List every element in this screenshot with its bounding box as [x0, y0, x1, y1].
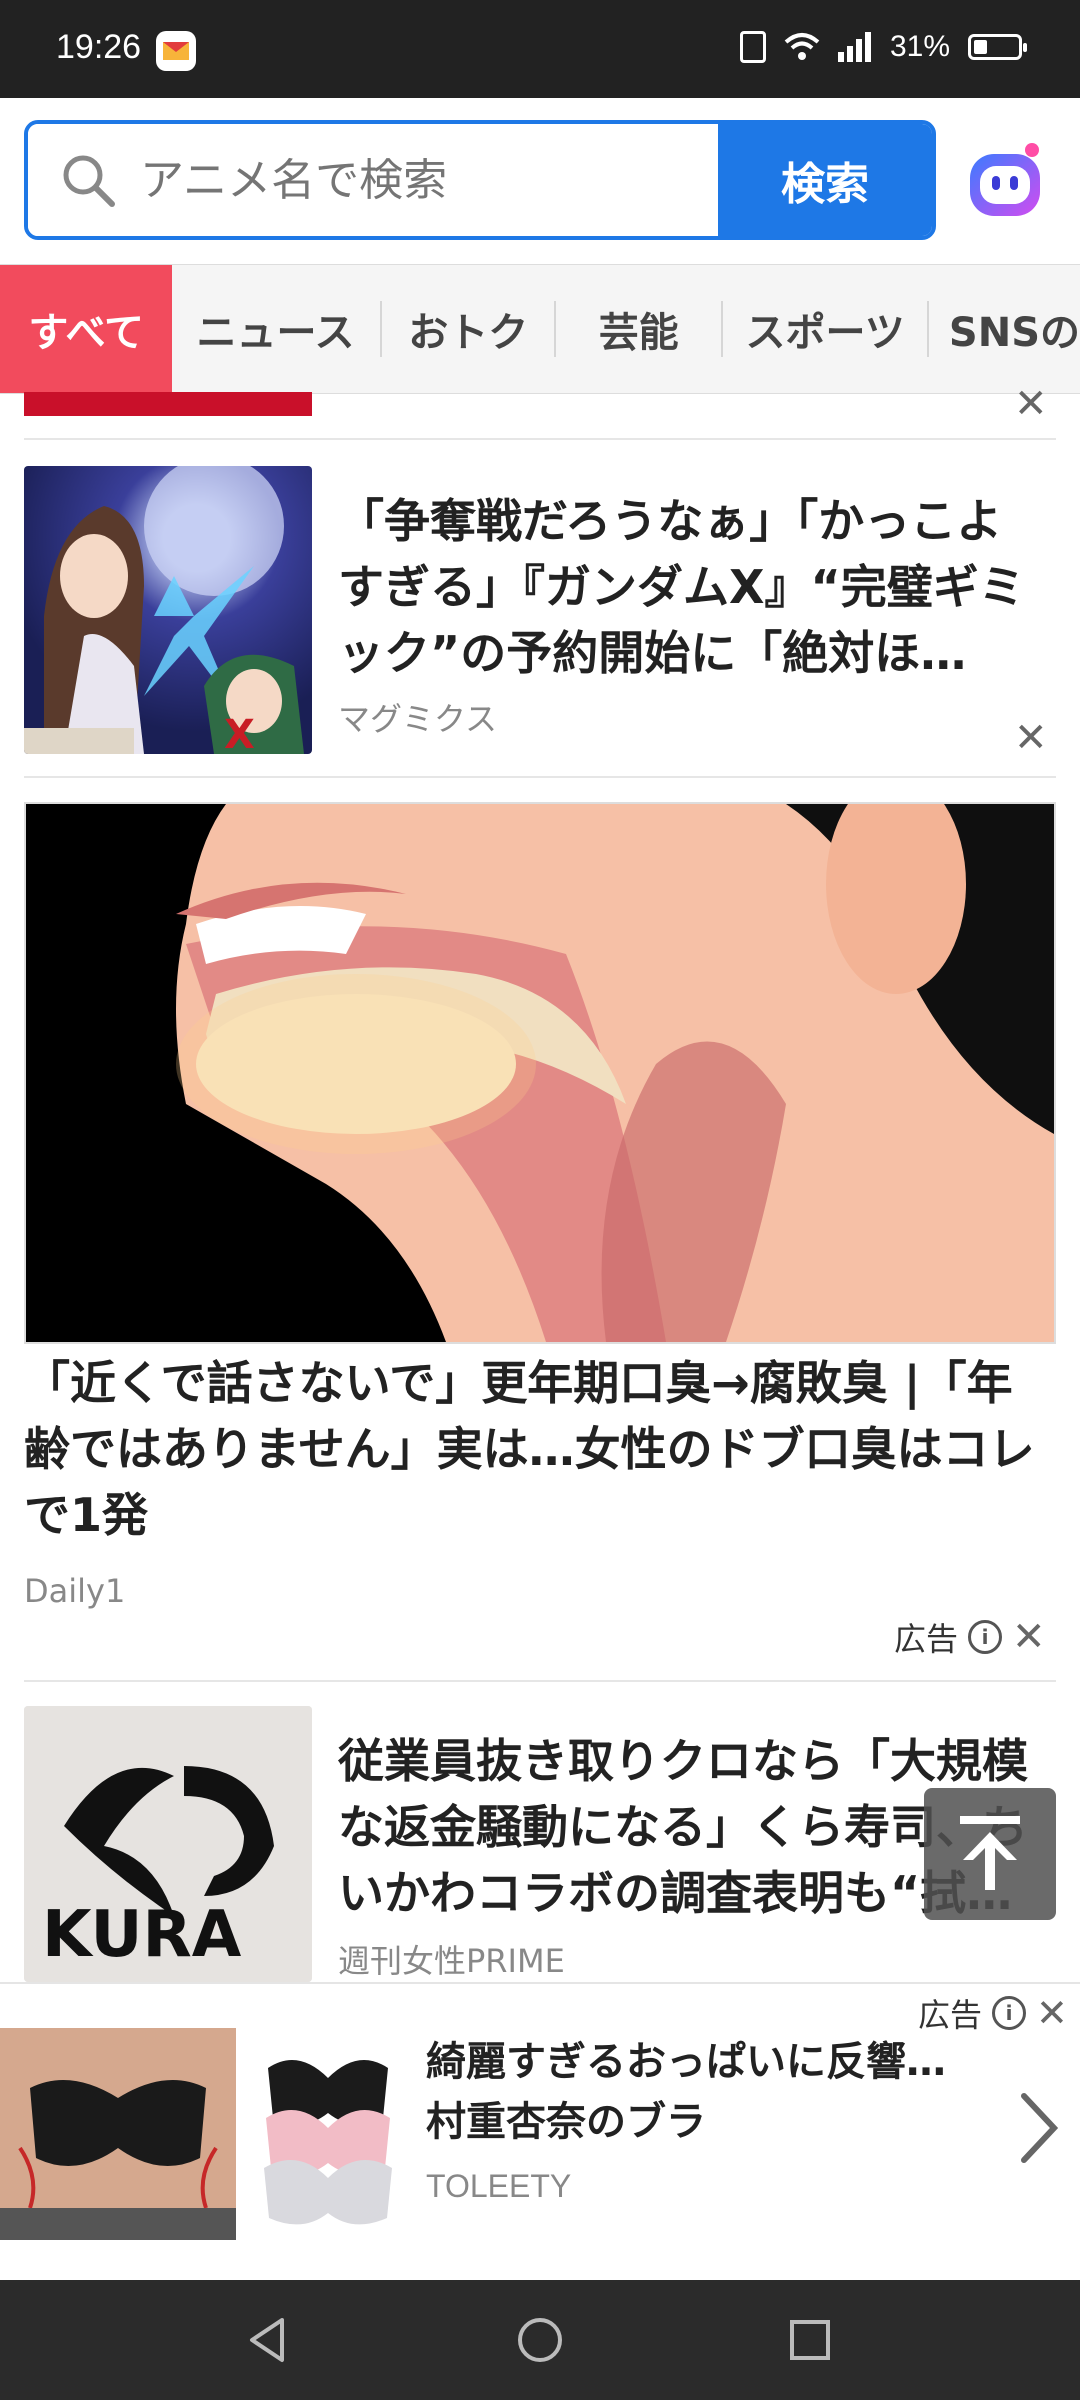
article-thumbnail[interactable]: X: [24, 466, 312, 754]
svg-text:KURA: KURA: [42, 1898, 242, 1972]
chevron-right-icon[interactable]: [1010, 2088, 1070, 2168]
article-source: Daily1: [24, 1572, 126, 1610]
ad-label-text: 広告: [894, 1620, 959, 1658]
divider: [24, 438, 1056, 440]
search-icon: [58, 150, 118, 210]
article-thumbnail[interactable]: KURA: [24, 1706, 312, 1982]
tab-sports[interactable]: スポーツ: [723, 265, 927, 393]
article-title[interactable]: 「争奪戦だろうなぁ」「かっこよすぎる」『ガンダムX』“完璧ギミック”の予約開始に…: [338, 488, 1038, 686]
search-button[interactable]: 検索: [718, 124, 932, 236]
close-icon[interactable]: ✕: [1012, 1617, 1046, 1657]
scroll-top-button[interactable]: [924, 1788, 1056, 1920]
system-navigation-bar: [0, 2280, 1080, 2400]
ad-image[interactable]: [0, 2028, 236, 2240]
article-title[interactable]: 「近くで話さないで」更年期口臭→腐敗臭 |「年齢ではありません」実は…女性のドブ…: [24, 1350, 1056, 1548]
search-bar: 検索: [24, 120, 936, 240]
svg-text:X: X: [224, 712, 255, 754]
back-icon[interactable]: [238, 2310, 298, 2370]
close-icon[interactable]: ✕: [1036, 1994, 1068, 2032]
recents-icon[interactable]: [780, 2310, 840, 2370]
article-hero-image[interactable]: [24, 802, 1056, 1344]
battery-icon: [968, 34, 1027, 60]
info-icon[interactable]: i: [968, 1620, 1003, 1654]
info-icon[interactable]: i: [992, 1996, 1027, 2030]
tab-news[interactable]: ニュース: [172, 265, 380, 393]
signal-icon: [837, 32, 872, 62]
tab-entertainment[interactable]: 芸能: [556, 265, 721, 393]
ad-image[interactable]: [248, 2028, 408, 2240]
ad-label: 広告 i ✕: [918, 1990, 1068, 2036]
status-bar: 19:26 31%: [0, 0, 1080, 98]
divider: [24, 776, 1056, 778]
wifi-icon: [784, 32, 820, 62]
article-source: 週刊女性PRIME: [338, 1942, 565, 1980]
divider: [24, 1680, 1056, 1682]
mail-notification-icon: [156, 31, 196, 71]
ad-brand: TOLEETY: [426, 2168, 572, 2204]
battery-percent: 31%: [889, 30, 950, 63]
bottom-ad-banner[interactable]: 広告 i ✕ 綺麗すぎるおっぱいに反響…村重杏奈のブラ TOLEETY: [0, 1982, 1080, 2280]
article-thumbnail[interactable]: [24, 392, 312, 416]
article-source: マグミクス: [338, 700, 498, 738]
tab-sns[interactable]: SNSの: [929, 265, 1080, 393]
close-icon[interactable]: ✕: [1014, 384, 1048, 424]
bot-icon[interactable]: [960, 136, 1050, 226]
category-tabs: すべて ニュース おトク 芸能 スポーツ SNSの: [0, 264, 1080, 394]
vibrate-icon: [739, 31, 766, 63]
ad-label: 広告 i ✕: [894, 1614, 1046, 1660]
home-icon[interactable]: [510, 2310, 570, 2370]
tab-all[interactable]: すべて: [0, 265, 173, 393]
close-icon[interactable]: ✕: [1014, 718, 1048, 758]
search-input[interactable]: [138, 153, 662, 207]
status-time: 19:26: [56, 28, 142, 66]
ad-title[interactable]: 綺麗すぎるおっぱいに反響…村重杏奈のブラ: [426, 2032, 946, 2152]
tab-deals[interactable]: おトク: [382, 265, 554, 393]
status-icons: 31%: [739, 30, 1027, 64]
arrow-up-icon: [955, 1812, 1025, 1896]
ad-label-text: 広告: [918, 1996, 983, 2034]
search-field[interactable]: [28, 124, 718, 236]
